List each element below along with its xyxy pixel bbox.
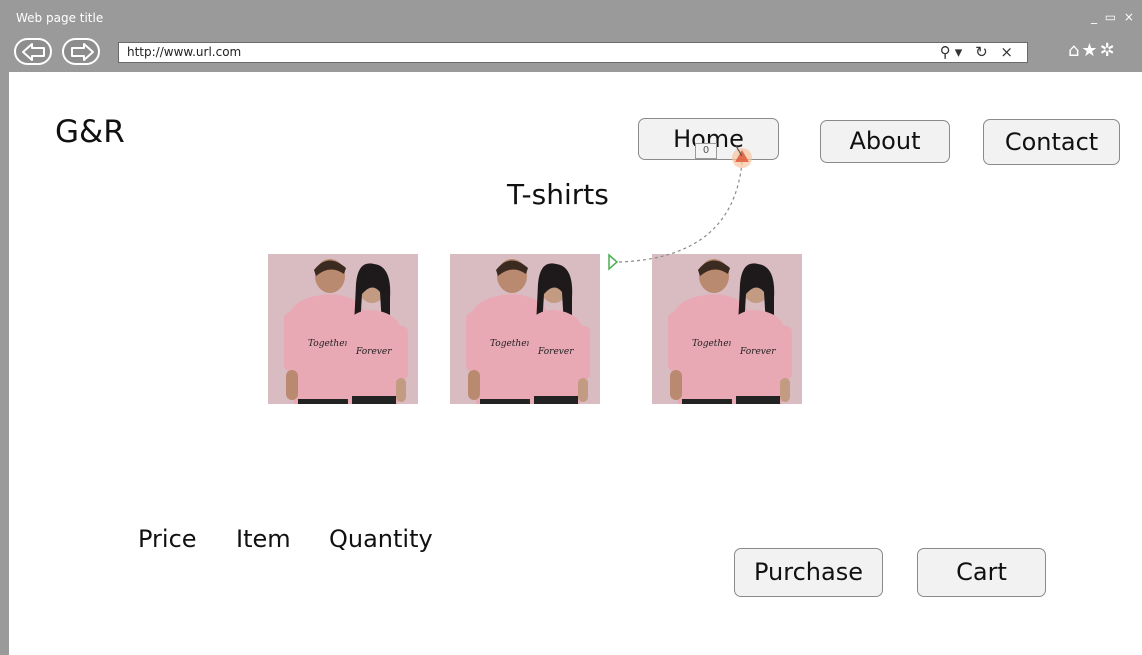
couple-tshirt-photo: Together Forever (450, 254, 600, 404)
couple-tshirt-photo: Together Forever (652, 254, 802, 404)
page-content: G&R Home About Contact T-shirts Together (9, 72, 1142, 655)
section-heading: T-shirts (507, 178, 609, 211)
product-image-2[interactable]: Together Forever (450, 254, 600, 404)
about-button[interactable]: About (820, 120, 950, 163)
link-count-badge: 0 (695, 143, 717, 159)
back-arrow-icon (22, 43, 45, 61)
couple-tshirt-photo: Together Forever (268, 254, 418, 404)
toolbar-icons[interactable]: ⌂★✲ (1068, 40, 1117, 61)
window-controls[interactable]: _ ▭ × (1091, 10, 1136, 24)
address-bar-icons[interactable]: ⚲▾ ↻ × (940, 43, 1017, 61)
product-image-1[interactable]: Together Forever (268, 254, 418, 404)
link-connector-line (618, 161, 743, 263)
shirt-print-2: Forever (355, 347, 392, 357)
browser-chrome: Web page title _ ▭ × http://www.url.com … (0, 0, 1142, 72)
forward-arrow-icon (71, 43, 94, 61)
link-start-icon (608, 253, 619, 271)
forward-button[interactable] (62, 38, 100, 65)
quantity-label: Quantity (329, 525, 433, 553)
browser-window: Web page title _ ▭ × http://www.url.com … (0, 0, 1142, 655)
shirt-print-1: Together (692, 339, 734, 349)
shirt-print-2: Forever (537, 347, 574, 357)
price-label: Price (138, 525, 197, 553)
site-logo[interactable]: G&R (55, 114, 125, 150)
url-text: http://www.url.com (127, 45, 242, 59)
window-title: Web page title (16, 11, 104, 25)
product-image-3[interactable]: Together Forever (652, 254, 802, 404)
contact-button[interactable]: Contact (983, 119, 1120, 165)
shirt-print-1: Together (490, 339, 532, 349)
cart-button[interactable]: Cart (917, 548, 1046, 597)
item-label: Item (236, 525, 291, 553)
window-frame-left (0, 72, 9, 655)
back-button[interactable] (14, 38, 52, 65)
shirt-print-2: Forever (739, 347, 776, 357)
purchase-button[interactable]: Purchase (734, 548, 883, 597)
shirt-print-1: Together (308, 339, 350, 349)
address-bar[interactable]: http://www.url.com ⚲▾ ↻ × (118, 42, 1028, 63)
